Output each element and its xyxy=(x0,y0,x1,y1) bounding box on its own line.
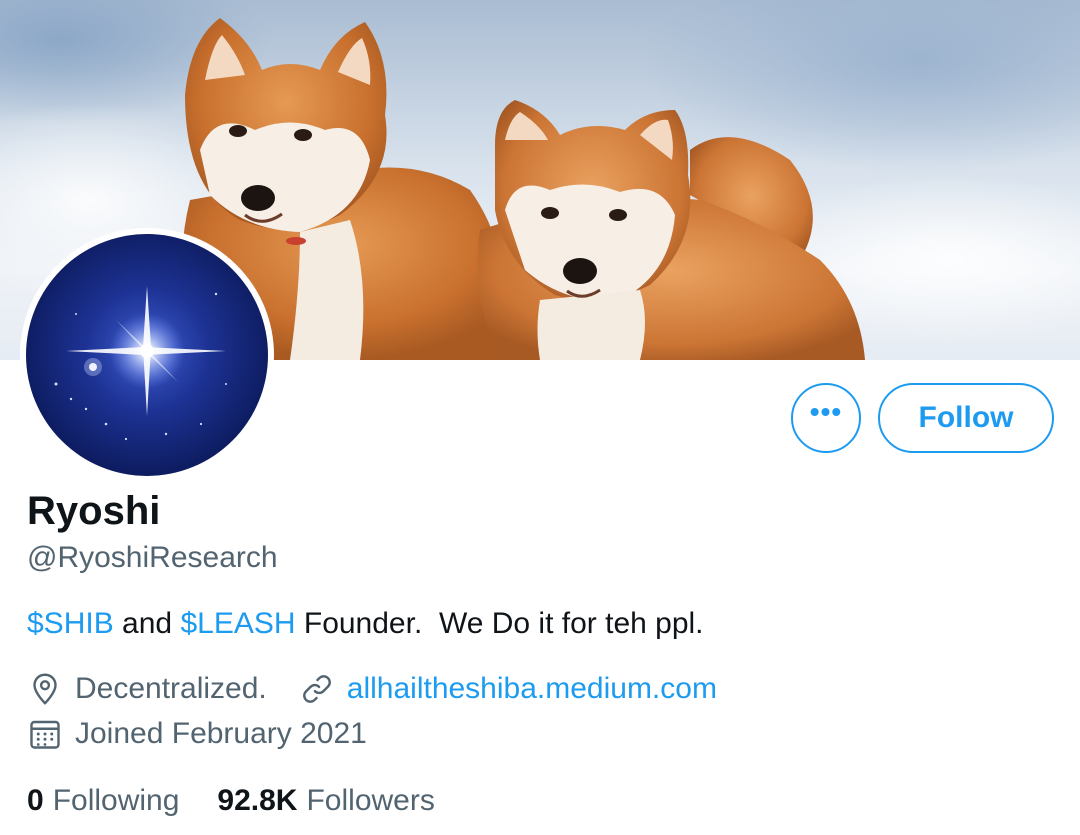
link-icon xyxy=(302,675,331,703)
followers-link[interactable]: 92.8K Followers xyxy=(217,783,434,819)
bio-text: Founder. We Do it for teh ppl. xyxy=(295,607,704,640)
profile-page: ••• Follow Ryoshi @RyoshiResearch $SHIB … xyxy=(0,0,1080,835)
following-label: Following xyxy=(52,784,180,817)
join-date: Joined February 2021 xyxy=(27,716,367,752)
star-icon xyxy=(54,286,227,441)
following-link[interactable]: 0 Following xyxy=(27,783,179,819)
following-count: 0 xyxy=(27,784,44,817)
cashtag-leash-link[interactable]: $LEASH xyxy=(180,607,295,640)
location: Decentralized. xyxy=(27,671,267,707)
joined-row: Joined February 2021 xyxy=(27,716,367,752)
follow-stats: 0 Following 92.8K Followers xyxy=(27,783,435,819)
cashtag-shib-link[interactable]: $SHIB xyxy=(27,607,114,640)
profile-meta-row: Decentralized. allhailtheshiba.medium.co… xyxy=(27,671,717,707)
follow-button[interactable]: Follow xyxy=(878,383,1054,453)
followers-count: 92.8K xyxy=(217,784,298,817)
bio: $SHIB and $LEASH Founder. We Do it for t… xyxy=(27,606,704,642)
avatar[interactable] xyxy=(20,228,274,482)
calendar-icon xyxy=(30,720,60,749)
username-handle: @RyoshiResearch xyxy=(27,541,278,574)
more-icon: ••• xyxy=(809,396,843,427)
more-button[interactable]: ••• xyxy=(791,383,861,453)
website-link[interactable]: allhailtheshiba.medium.com xyxy=(347,671,717,707)
avatar-image xyxy=(26,234,268,476)
bio-text-and: and xyxy=(113,607,181,640)
join-date-text: Joined February 2021 xyxy=(75,717,367,750)
website[interactable]: allhailtheshiba.medium.com xyxy=(299,671,717,707)
display-name: Ryoshi xyxy=(27,489,161,533)
location-text: Decentralized. xyxy=(75,672,267,705)
location-pin-icon xyxy=(33,673,57,705)
followers-label: Followers xyxy=(306,784,435,817)
